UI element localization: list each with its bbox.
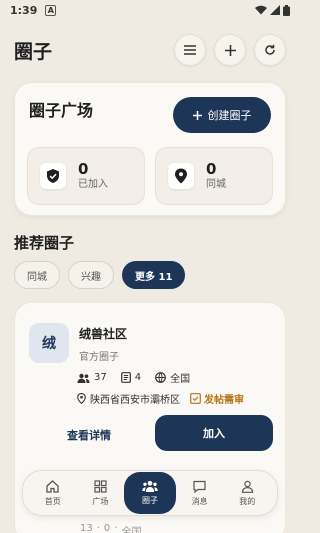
bottom-tab-bar: 首页 广场 圈子 消息 我的 (22, 470, 278, 516)
header-actions (174, 34, 286, 66)
add-button[interactable] (214, 34, 246, 66)
group-icon (142, 480, 158, 492)
member-count: 37 (94, 372, 107, 383)
page-title: 圈子 (14, 40, 53, 63)
plus-icon (224, 44, 236, 56)
tab-profile-label: 我的 (239, 496, 256, 506)
view-details-link[interactable]: 查看详情 (67, 427, 111, 443)
user-icon (241, 480, 253, 493)
joined-stat[interactable]: 0 已加入 (27, 147, 145, 205)
city-count: 0 (206, 160, 217, 178)
group-avatar: 绒 (29, 323, 69, 363)
tab-plaza[interactable]: 广场 (77, 479, 125, 507)
battery-icon (283, 4, 290, 16)
refresh-button[interactable] (254, 34, 286, 66)
page-header: 圈子 (14, 32, 286, 68)
menu-icon (184, 45, 196, 55)
chip-same-city[interactable]: 同城 (14, 261, 60, 289)
home-icon (46, 479, 59, 493)
tab-plaza-label: 广场 (92, 496, 109, 506)
tab-messages-label: 消息 (191, 496, 208, 506)
shield-check-icon (40, 163, 66, 189)
review-icon (190, 393, 201, 404)
chip-interest[interactable]: 兴趣 (68, 261, 114, 289)
tab-profile[interactable]: 我的 (223, 480, 271, 507)
city-label: 同城 (206, 179, 226, 190)
next-group-scope: 全国 (121, 527, 142, 533)
refresh-icon (265, 44, 275, 55)
location-pin-icon (77, 393, 86, 404)
wifi-icon (255, 5, 267, 15)
notification-badge-icon: A (45, 4, 57, 16)
status-time: 1:39 (10, 3, 38, 17)
group-name: 绒兽社区 (79, 327, 128, 341)
group-type: 官方圈子 (79, 352, 119, 363)
joined-count: 0 (78, 160, 89, 178)
group-location-row: 陕西省西安市灞桥区 发帖需审 (77, 391, 244, 406)
recommend-title: 推荐圈子 (14, 234, 75, 252)
filter-chips: 同城 兴趣 更多 11 (14, 261, 186, 289)
tab-groups-label: 圈子 (142, 496, 158, 505)
review-badge: 发帖需审 (190, 391, 244, 406)
joined-label: 已加入 (78, 179, 108, 190)
status-icons (255, 4, 290, 16)
menu-button[interactable] (174, 34, 206, 66)
grid-icon (94, 479, 107, 493)
group-scope: 全国 (170, 374, 191, 385)
plus-icon (192, 110, 202, 120)
group-location: 陕西省西安市灞桥区 (90, 395, 180, 406)
city-stat[interactable]: 0 同城 (155, 147, 273, 205)
review-label: 发帖需审 (204, 395, 244, 406)
group-stats: 37 4 全国 (77, 370, 190, 385)
signal-icon (270, 5, 280, 15)
tab-home[interactable]: 首页 (29, 479, 77, 507)
next-post-count: 0 (103, 523, 111, 533)
post-count: 4 (134, 372, 142, 383)
plaza-title: 圈子广场 (29, 101, 94, 120)
message-icon (193, 480, 206, 493)
create-group-button[interactable]: 创建圈子 (173, 97, 271, 133)
plaza-card: 圈子广场 创建圈子 0 已加入 0 同城 (14, 82, 286, 216)
posts-icon (120, 372, 131, 383)
chip-more[interactable]: 更多 11 (122, 261, 186, 289)
tab-messages[interactable]: 消息 (176, 480, 224, 507)
next-group-stats: 13 · 0 · 全国 (80, 523, 141, 533)
location-pin-icon (168, 163, 194, 189)
status-bar: 1:39 A (0, 0, 300, 20)
members-icon (77, 373, 90, 383)
tab-home-label: 首页 (44, 496, 61, 506)
globe-icon (155, 372, 167, 383)
tab-groups[interactable]: 圈子 (124, 472, 176, 514)
join-button[interactable]: 加入 (155, 415, 273, 451)
create-group-label: 创建圈子 (207, 109, 252, 122)
next-member-count: 13 (80, 523, 93, 533)
